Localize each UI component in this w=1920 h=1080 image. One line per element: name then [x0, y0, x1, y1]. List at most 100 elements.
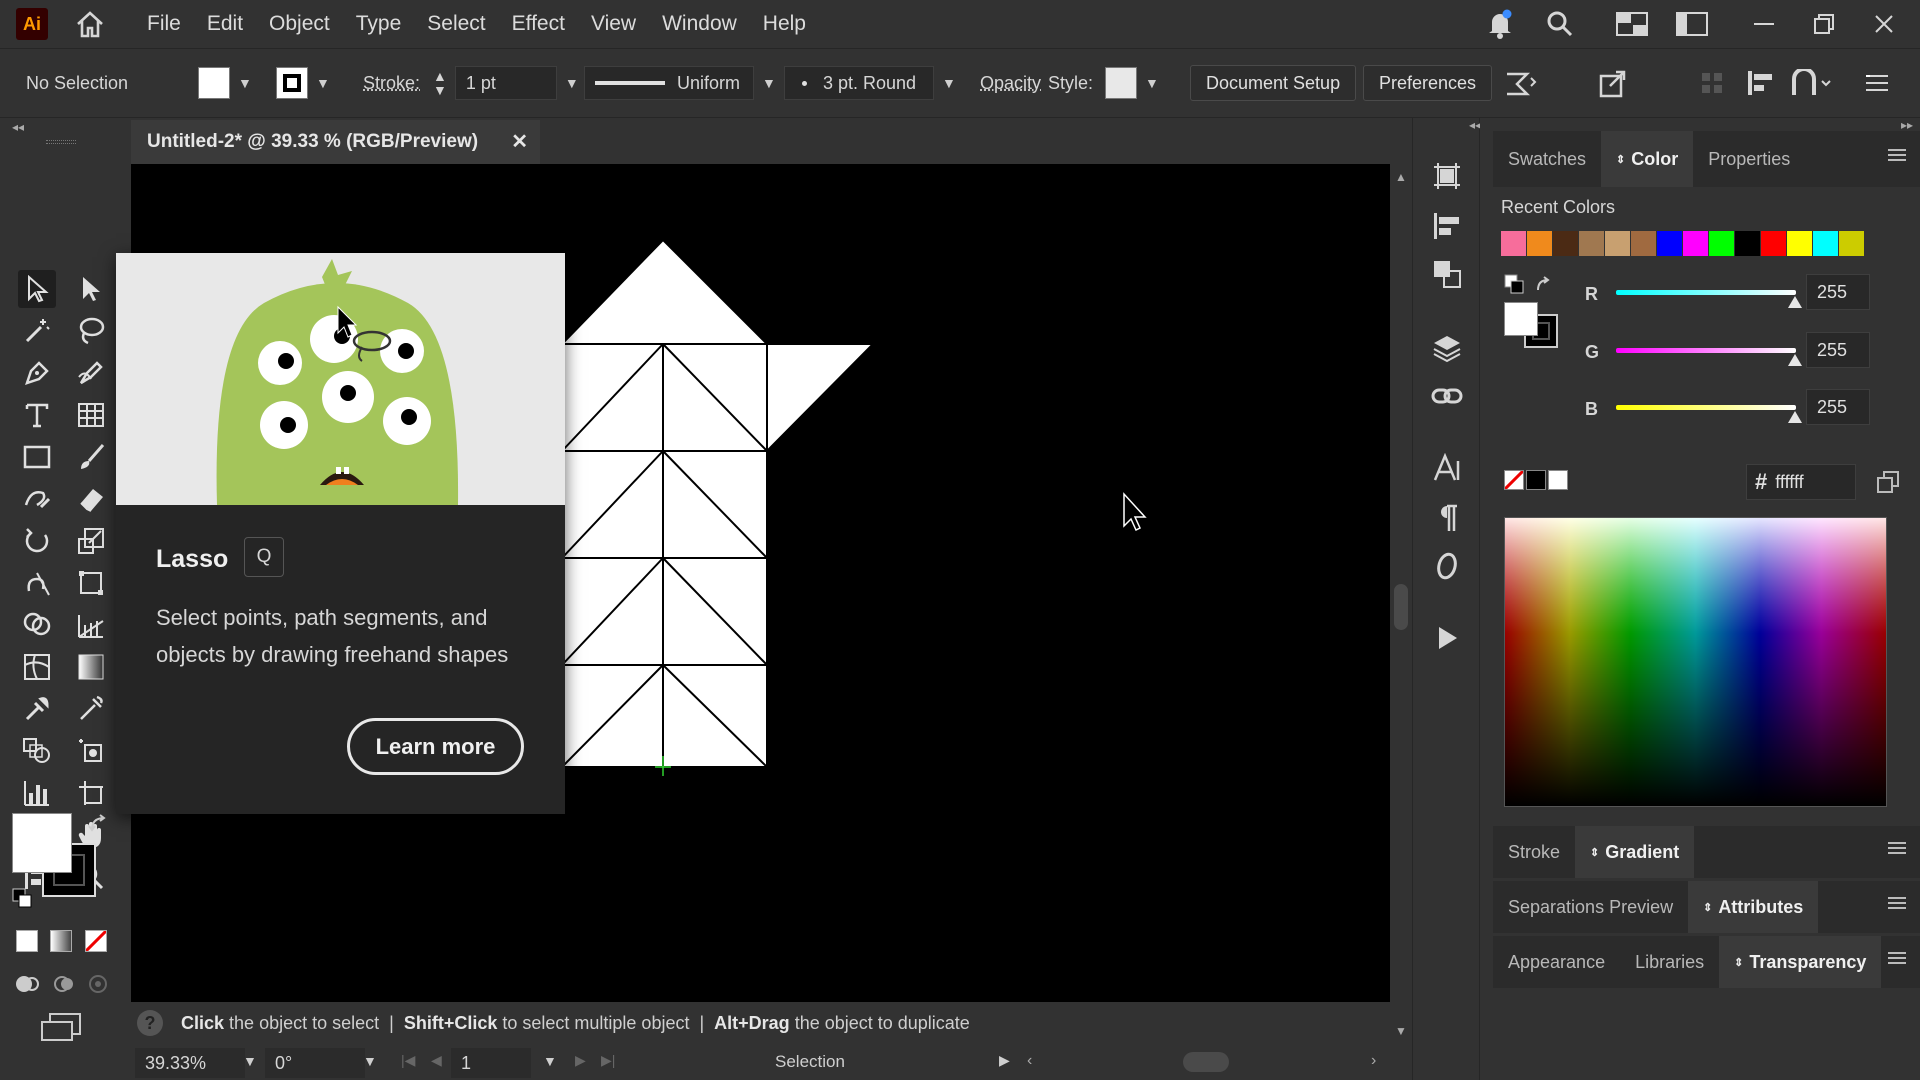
- links-panel-icon[interactable]: [1427, 376, 1467, 416]
- menu-object[interactable]: Object: [256, 0, 343, 48]
- rotation-dropdown-icon[interactable]: ▼: [363, 1053, 377, 1069]
- draw-mode-icon[interactable]: [14, 972, 44, 1001]
- transform-grid-icon[interactable]: [1700, 65, 1724, 101]
- tab-swatches[interactable]: Swatches: [1493, 131, 1601, 187]
- vertical-scroll-thumb[interactable]: [1394, 584, 1408, 630]
- arrange-documents-icon[interactable]: [1670, 2, 1714, 46]
- lasso-tool-icon[interactable]: [72, 312, 110, 350]
- character-panel-icon[interactable]: [1427, 448, 1467, 488]
- zoom-dropdown-icon[interactable]: ▼: [243, 1053, 257, 1069]
- recent-color-swatch[interactable]: [1735, 231, 1760, 256]
- default-fill-stroke-icon[interactable]: [12, 888, 32, 913]
- recent-color-swatch[interactable]: [1787, 231, 1812, 256]
- recent-color-swatch[interactable]: [1553, 231, 1578, 256]
- notifications-icon[interactable]: [1478, 2, 1522, 46]
- shape-builder-icon[interactable]: [1790, 65, 1834, 101]
- blue-value-field[interactable]: 255: [1806, 389, 1870, 425]
- opentype-panel-icon[interactable]: [1427, 546, 1467, 586]
- status-menu-icon[interactable]: ▶: [999, 1052, 1010, 1069]
- pen-tool-icon[interactable]: [18, 354, 56, 392]
- red-slider[interactable]: [1616, 290, 1796, 295]
- magic-wand-tool-icon[interactable]: [18, 312, 56, 350]
- style-dropdown-icon[interactable]: ▼: [1145, 75, 1159, 91]
- draw-inside-icon[interactable]: [88, 974, 108, 999]
- scroll-right-icon[interactable]: ›: [1371, 1052, 1376, 1070]
- recent-color-swatch[interactable]: [1683, 231, 1708, 256]
- rectangle-tool-icon[interactable]: [18, 438, 56, 476]
- measure-tool-icon[interactable]: [72, 690, 110, 728]
- profile-dropdown-icon[interactable]: ▼: [762, 75, 776, 91]
- last-artboard-icon[interactable]: ▶|: [601, 1052, 615, 1069]
- paintbrush-tool-icon[interactable]: [72, 438, 110, 476]
- panel-menu-icon[interactable]: [1888, 840, 1910, 862]
- workspace-switcher-icon[interactable]: [1610, 2, 1654, 46]
- green-value-field[interactable]: 255: [1806, 332, 1870, 368]
- control-menu-icon[interactable]: [1866, 65, 1888, 101]
- symbol-sprayer-tool-icon[interactable]: [72, 732, 110, 770]
- swap-fill-stroke-icon[interactable]: [88, 814, 108, 839]
- red-slider-thumb[interactable]: [1788, 296, 1802, 308]
- recent-color-swatch[interactable]: [1709, 231, 1734, 256]
- menu-window[interactable]: Window: [649, 0, 750, 48]
- artboard-field[interactable]: 1: [451, 1048, 531, 1078]
- column-graph-tool-icon[interactable]: [18, 774, 56, 812]
- layers-panel-icon[interactable]: [1427, 328, 1467, 368]
- direct-selection-tool-icon[interactable]: [72, 270, 110, 308]
- curvature-tool-icon[interactable]: [72, 354, 110, 392]
- scroll-left-icon[interactable]: ‹: [1027, 1052, 1032, 1070]
- fill-mini-box[interactable]: [1504, 302, 1538, 336]
- first-artboard-icon[interactable]: |◀: [401, 1052, 415, 1069]
- hex-field[interactable]: # ffffff: [1746, 464, 1856, 500]
- tab-transparency[interactable]: ⇕ Transparency: [1719, 936, 1882, 988]
- brush-definition[interactable]: 3 pt. Round: [784, 66, 934, 100]
- brush-dropdown-icon[interactable]: ▼: [942, 75, 956, 91]
- rotate-tool-icon[interactable]: [18, 522, 56, 560]
- align-icon[interactable]: [1746, 65, 1776, 101]
- stroke-weight-dropdown-icon[interactable]: ▼: [565, 75, 579, 91]
- green-slider[interactable]: [1616, 348, 1796, 353]
- free-transform-tool-icon[interactable]: [72, 564, 110, 602]
- tab-properties[interactable]: Properties: [1693, 131, 1805, 187]
- tab-attributes[interactable]: ⇕ Attributes: [1688, 881, 1819, 933]
- pathfinder-panel-icon[interactable]: [1427, 254, 1467, 294]
- vertical-scrollbar[interactable]: ▲ ▼: [1390, 164, 1412, 1044]
- blue-slider[interactable]: [1616, 405, 1796, 410]
- blue-slider-thumb[interactable]: [1788, 411, 1802, 423]
- stroke-swatch[interactable]: [276, 67, 308, 99]
- tab-color[interactable]: ⇕ Color: [1601, 131, 1694, 187]
- close-tab-icon[interactable]: ✕: [511, 129, 528, 154]
- search-icon[interactable]: [1538, 2, 1582, 46]
- recent-color-swatch[interactable]: [1839, 231, 1864, 256]
- warp-tool-icon[interactable]: [18, 564, 56, 602]
- fill-dropdown-icon[interactable]: ▼: [238, 75, 252, 91]
- fill-color-box[interactable]: [12, 813, 72, 873]
- artboards-panel-icon[interactable]: [1427, 156, 1467, 196]
- gradient-tool-icon[interactable]: [72, 648, 110, 686]
- recent-color-swatch[interactable]: [1657, 231, 1682, 256]
- white-color-swatch[interactable]: [1548, 470, 1568, 490]
- stroke-stepper-icon[interactable]: ▲ ▼: [433, 69, 447, 97]
- learn-more-button[interactable]: Learn more: [347, 718, 524, 775]
- stroke-weight-field[interactable]: 1 pt: [454, 66, 557, 100]
- menu-effect[interactable]: Effect: [499, 0, 578, 48]
- next-artboard-icon[interactable]: ▶: [575, 1052, 586, 1069]
- tools-grip[interactable]: [46, 140, 76, 144]
- scroll-down-icon[interactable]: ▼: [1395, 1024, 1407, 1038]
- recent-color-swatch[interactable]: [1605, 231, 1630, 256]
- recent-color-swatch[interactable]: [1813, 231, 1838, 256]
- document-tab[interactable]: Untitled-2* @ 39.33 % (RGB/Preview) ✕: [131, 120, 540, 164]
- export-icon[interactable]: [1598, 65, 1628, 101]
- zoom-field[interactable]: 39.33%: [135, 1048, 245, 1078]
- swap-mini-icon[interactable]: [1534, 276, 1552, 299]
- fill-swatch[interactable]: [198, 67, 230, 99]
- menu-help[interactable]: Help: [750, 0, 819, 48]
- recent-color-swatch[interactable]: [1631, 231, 1656, 256]
- recent-color-swatch[interactable]: [1501, 231, 1526, 256]
- collapse-tools-icon[interactable]: ◂◂: [12, 120, 24, 134]
- home-icon[interactable]: [70, 4, 110, 44]
- preferences-button[interactable]: Preferences: [1363, 65, 1493, 101]
- scale-tool-icon[interactable]: [72, 522, 110, 560]
- recent-color-swatch[interactable]: [1761, 231, 1786, 256]
- recent-color-swatch[interactable]: [1527, 231, 1552, 256]
- type-tool-icon[interactable]: [18, 396, 56, 434]
